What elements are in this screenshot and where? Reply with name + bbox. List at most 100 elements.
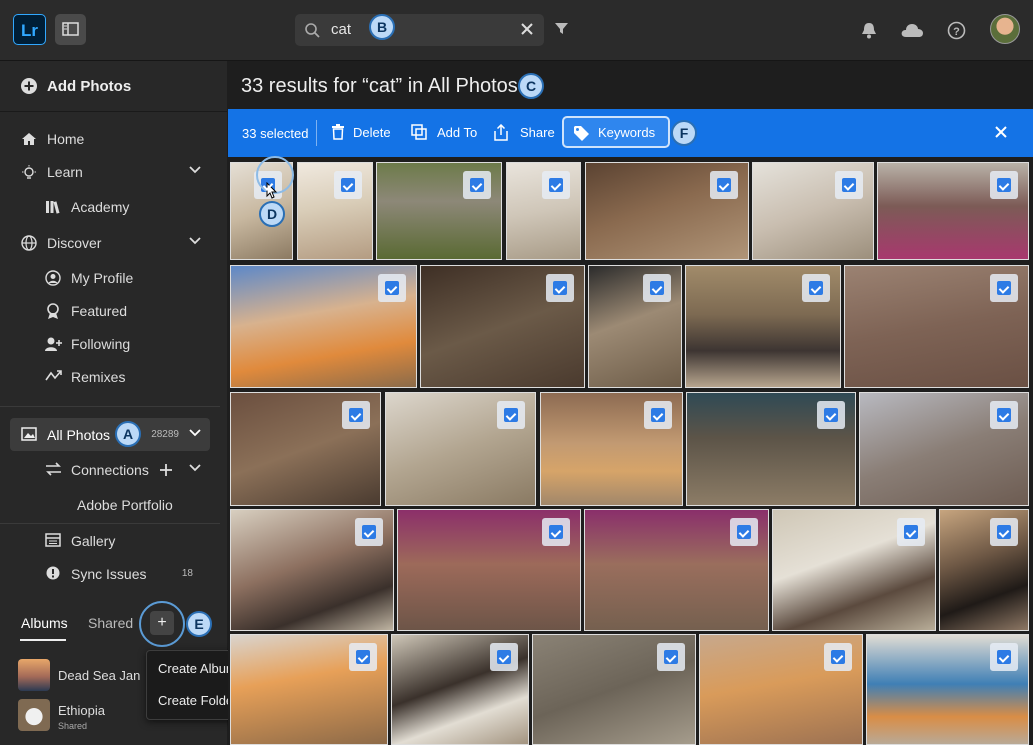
photo-tile[interactable] [230, 509, 394, 631]
sidebar-item-discover[interactable]: Discover [0, 229, 215, 257]
photo-tile[interactable] [540, 392, 683, 506]
sidebar-item-my-profile[interactable]: My Profile [0, 264, 215, 292]
close-icon[interactable] [995, 126, 1007, 138]
add-to-label: Add To [437, 125, 478, 140]
sidebar-item-academy[interactable]: Academy [0, 193, 215, 221]
checkbox-icon[interactable] [490, 643, 518, 671]
chevron-down-icon[interactable] [189, 464, 201, 472]
keywords-button[interactable]: Keywords [562, 116, 670, 148]
search-input[interactable]: cat [331, 21, 351, 38]
search-field[interactable]: cat [295, 14, 544, 46]
photo-tile[interactable] [699, 634, 863, 745]
checkbox-icon[interactable] [990, 171, 1018, 199]
sidebar-item-connections[interactable]: Connections [0, 456, 215, 484]
chevron-down-icon[interactable] [189, 429, 201, 437]
checkbox-icon[interactable] [463, 171, 491, 199]
tab-shared[interactable]: Shared [88, 615, 133, 631]
photo-tile[interactable] [297, 162, 373, 260]
sidebar-item-label: Following [71, 336, 131, 352]
create-folder-menu-item[interactable]: Create Folder [158, 693, 237, 708]
checkbox-icon[interactable] [644, 401, 672, 429]
chevron-down-icon[interactable] [189, 237, 201, 245]
photo-tile[interactable] [844, 265, 1029, 388]
photo-tile[interactable] [385, 392, 536, 506]
sidebar-item-remixes[interactable]: Remixes [0, 363, 215, 391]
results-title: 33 results for “cat” in All Photos [241, 75, 518, 97]
sidebar-item-following[interactable]: Following [0, 330, 215, 358]
checkbox-icon[interactable] [990, 401, 1018, 429]
user-avatar[interactable] [990, 14, 1020, 44]
photo-tile[interactable] [686, 392, 856, 506]
sidebar-item-all-photos[interactable]: All Photos 28289 [0, 421, 215, 449]
checkbox-icon[interactable] [990, 274, 1018, 302]
checkbox-icon[interactable] [378, 274, 406, 302]
photo-tile[interactable] [230, 392, 381, 506]
checkbox-icon[interactable] [542, 518, 570, 546]
checkbox-icon[interactable] [546, 274, 574, 302]
add-to-button[interactable]: Add To [411, 121, 481, 145]
main-panel: 33 results for “cat” in All Photos C 33 … [228, 61, 1033, 745]
photo-tile[interactable] [685, 265, 841, 388]
photo-tile[interactable] [866, 634, 1029, 745]
help-icon[interactable]: ? [947, 21, 966, 40]
checkbox-icon[interactable] [643, 274, 671, 302]
sidebar-item-sync-issues[interactable]: Sync Issues 18 [0, 560, 215, 588]
photo-tile[interactable] [939, 509, 1029, 631]
checkbox-icon[interactable] [730, 518, 758, 546]
photo-tile[interactable] [752, 162, 874, 260]
sidebar-item-gallery[interactable]: Gallery [0, 527, 215, 555]
checkbox-icon[interactable] [334, 171, 362, 199]
sidebar-divider [0, 406, 220, 407]
tab-albums[interactable]: Albums [21, 615, 68, 631]
add-connection-icon[interactable] [159, 463, 173, 477]
photo-tile[interactable] [397, 509, 581, 631]
photo-tile[interactable] [420, 265, 585, 388]
checkbox-icon[interactable] [355, 518, 383, 546]
photo-tile[interactable] [585, 162, 749, 260]
sidebar-item-learn[interactable]: Learn [0, 158, 215, 186]
create-album-menu-item[interactable]: Create Album [158, 661, 237, 676]
sidebar-item-label: All Photos [47, 427, 111, 443]
bell-icon[interactable] [861, 22, 877, 39]
photo-tile[interactable] [877, 162, 1029, 260]
photo-tile[interactable] [230, 634, 388, 745]
sidebar-item-featured[interactable]: Featured [0, 297, 215, 325]
checkbox-icon[interactable] [817, 401, 845, 429]
cloud-icon[interactable] [900, 22, 924, 38]
checkbox-icon[interactable] [497, 401, 525, 429]
all-photos-count: 28289 [151, 429, 179, 440]
filter-icon[interactable] [554, 21, 569, 36]
photo-tile[interactable] [506, 162, 581, 260]
photo-tile[interactable] [584, 509, 769, 631]
actionbar-divider [316, 120, 317, 146]
photo-tile[interactable] [588, 265, 682, 388]
photo-tile[interactable] [859, 392, 1029, 506]
photo-tile[interactable] [376, 162, 502, 260]
add-photos-button[interactable]: Add Photos [0, 61, 227, 112]
checkbox-icon[interactable] [897, 518, 925, 546]
panel-toggle-button[interactable] [55, 14, 86, 45]
photo-tile[interactable] [532, 634, 696, 745]
checkbox-icon[interactable] [710, 171, 738, 199]
clear-search-icon[interactable] [520, 22, 534, 36]
checkbox-icon[interactable] [990, 643, 1018, 671]
sidebar-item-adobe-portfolio[interactable]: Adobe Portfolio [0, 491, 215, 519]
checkbox-icon[interactable] [349, 643, 377, 671]
checkbox-icon[interactable] [802, 274, 830, 302]
add-album-button[interactable]: + [139, 601, 185, 647]
chevron-down-icon[interactable] [189, 166, 201, 174]
checkbox-icon[interactable] [542, 171, 570, 199]
sidebar-item-label: My Profile [71, 270, 134, 286]
checkbox-icon[interactable] [657, 643, 685, 671]
photo-tile[interactable] [772, 509, 936, 631]
delete-button[interactable]: Delete [331, 121, 397, 145]
checkbox-icon[interactable] [990, 518, 1018, 546]
photo-tile[interactable] [391, 634, 529, 745]
sidebar-item-home[interactable]: Home [0, 125, 215, 153]
checkbox-icon[interactable] [824, 643, 852, 671]
lightroom-logo[interactable]: Lr [13, 14, 46, 45]
photo-tile[interactable] [230, 265, 417, 388]
share-button[interactable]: Share [493, 121, 555, 145]
checkbox-icon[interactable] [835, 171, 863, 199]
checkbox-icon[interactable] [342, 401, 370, 429]
